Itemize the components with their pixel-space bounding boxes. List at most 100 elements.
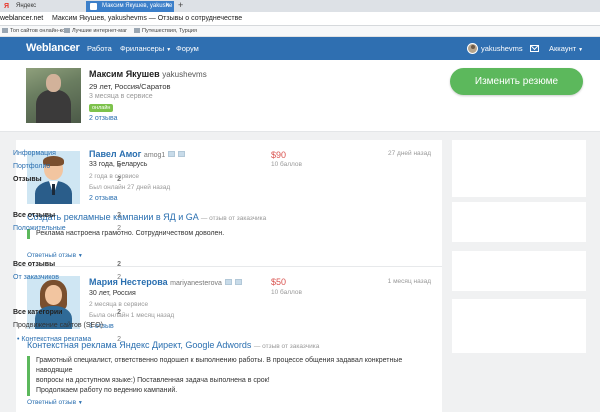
nav-account-menu[interactable]: Аккаунт ▼: [549, 37, 583, 62]
review-date: 27 дней назад: [388, 150, 431, 157]
avatar[interactable]: [467, 43, 478, 54]
sidebar-item-label: Портфолио: [13, 163, 51, 170]
filter-label: Все отзывы: [13, 261, 56, 268]
review-source: — отзыв от заказчика: [253, 343, 320, 350]
reviewer-login: mariyanesterova: [170, 280, 222, 287]
sidebar-source-card: [452, 251, 586, 291]
reply-review-toggle[interactable]: Ответный отзыв ▼: [27, 399, 83, 406]
address-page-title: Максим Якушев, yakushevms — Отзывы о сот…: [52, 15, 243, 22]
review-points: 10 баллов: [271, 161, 302, 168]
chevron-down-icon: ▼: [578, 47, 584, 53]
filter-all-reviews[interactable]: Все отзывы 2: [13, 261, 121, 268]
review-price: $90: [271, 150, 287, 160]
review-line: вопросы на доступном языке:) Поставленна…: [36, 377, 270, 384]
filter-count: 2: [117, 274, 121, 281]
site-navbar: Weblancer Работа Фрилансеры ▼ Форум yakus…: [0, 37, 600, 60]
filter-count: 2: [117, 309, 121, 316]
folder-icon: [134, 27, 140, 33]
review-text: Грамотный специалист, ответственно подош…: [27, 356, 437, 396]
filter-count: 2: [117, 261, 121, 268]
profile-photo: [26, 68, 81, 123]
tab-label: Максим Якушев, yakushe: [102, 3, 173, 9]
close-icon[interactable]: ✕: [165, 1, 170, 12]
tab-label: Яндекс: [16, 3, 37, 9]
filter-count: 2: [117, 336, 121, 343]
review-source: — отзыв от заказчика: [200, 215, 267, 222]
review-points: 10 баллов: [271, 289, 302, 296]
filter-label: Положительные: [13, 225, 66, 232]
sidebar-item-info[interactable]: Информация: [13, 150, 121, 157]
sidebar-category-card: [452, 299, 586, 353]
sidebar-menu-card: [452, 140, 586, 197]
browser-tab-yandex[interactable]: Я Яндекс: [0, 1, 86, 12]
profile-login: yakushevms: [162, 70, 207, 79]
nav-link-forum[interactable]: Форум: [176, 37, 199, 60]
chevron-down-icon: ▼: [166, 47, 172, 53]
new-tab-button[interactable]: +: [178, 0, 183, 11]
sidebar-item-portfolio[interactable]: Портфолио 4: [13, 163, 121, 170]
filter-label: Все отзывы: [13, 212, 56, 219]
review-price: $50: [271, 277, 287, 287]
profile-term: 3 месяца в сервисе: [89, 93, 153, 100]
chevron-down-icon: ▼: [77, 253, 83, 259]
status-badge: онлайн: [89, 104, 114, 112]
review-line: Грамотный специалист, ответственно подош…: [36, 357, 403, 374]
nav-account-label: Аккаунт: [549, 44, 577, 53]
profile-reviews-link[interactable]: 2 отзыва: [89, 115, 118, 122]
filter-count: 2: [117, 225, 121, 232]
bookmark-item[interactable]: Топ сайтов онлайн-ко: [2, 26, 65, 37]
sidebar-item-count: 4: [117, 163, 121, 170]
filter-all-reviews[interactable]: Все отзывы 2: [13, 212, 121, 219]
sidebar-item-count: 2: [117, 176, 121, 183]
sidebar-item-label: Информация: [13, 150, 56, 157]
envelope-icon: [234, 279, 242, 285]
nav-link-freelancers[interactable]: Фрилансеры ▼: [120, 37, 171, 62]
browser-tab-bar: Я Яндекс Максим Якушев, yakushe ✕ +: [0, 0, 600, 12]
address-domain: weblancer.net: [0, 15, 44, 22]
chevron-down-icon: ▼: [77, 400, 83, 406]
reviewer-term: 2 месяца в сервисе: [89, 301, 149, 308]
subcategory-label: • Контекстная реклама: [17, 336, 92, 343]
folder-icon: [64, 27, 70, 33]
subcategory-text: Контекстная реклама: [21, 336, 92, 343]
reply-label: Ответный отзыв: [27, 399, 77, 406]
edit-resume-button[interactable]: Изменить резюме: [450, 68, 583, 95]
profile-age-location: 29 лет, Россия/Саратов: [89, 82, 171, 91]
reviewer-online: Был онлайн 27 дней назад: [89, 184, 171, 191]
avatar-head: [45, 285, 62, 305]
photo-body: [36, 90, 71, 123]
mail-icon[interactable]: [530, 45, 539, 52]
filter-positive[interactable]: Положительные 2: [13, 225, 121, 232]
bookmark-item[interactable]: Путешествия, Турция: [134, 26, 197, 37]
review-date: 1 месяц назад: [387, 278, 431, 285]
page-icon: [90, 3, 97, 10]
filter-from-clients[interactable]: От заказчиков 2: [13, 274, 121, 281]
profile-name-text: Максим Якушев: [89, 69, 160, 79]
envelope-icon: [178, 151, 186, 157]
sidebar-item-reviews[interactable]: Отзывы 2: [13, 176, 121, 183]
nav-username[interactable]: yakushevms: [481, 37, 523, 60]
reviewer-age-location: 30 лет, Россия: [89, 290, 136, 297]
photo-head: [46, 74, 61, 92]
reply-label: Ответный отзыв: [27, 252, 77, 259]
reviewer-reviews-link[interactable]: 2 отзыва: [89, 195, 118, 202]
subcategory-context-ads[interactable]: • Контекстная реклама 2: [17, 336, 121, 343]
profile-name: Максим Якушев yakushevms: [89, 69, 207, 79]
review-line: Продолжаем работу по ведению кампаний.: [36, 387, 178, 394]
nav-link-work[interactable]: Работа: [87, 37, 112, 60]
reply-review-toggle[interactable]: Ответный отзыв ▼: [27, 252, 83, 259]
id-card-icon: [168, 151, 176, 157]
browser-tab-weblancer[interactable]: Максим Якушев, yakushe ✕: [86, 1, 174, 12]
category-seo[interactable]: Продвижение сайтов (SEO): [13, 322, 121, 329]
category-label: Продвижение сайтов (SEO): [13, 322, 103, 329]
address-bar[interactable]: weblancer.net Максим Якушев, yakushevms …: [0, 12, 600, 26]
filter-all-categories[interactable]: Все категории 2: [13, 309, 121, 316]
id-card-icon: [224, 279, 232, 285]
yandex-icon: Я: [4, 3, 10, 10]
bookmark-item[interactable]: Лучшие интернет-маг: [64, 26, 127, 37]
filter-label: Все категории: [13, 309, 63, 316]
folder-icon: [2, 27, 8, 33]
avatar-tie: [52, 184, 55, 195]
filter-count: 2: [117, 212, 121, 219]
site-logo[interactable]: Weblancer: [26, 37, 80, 60]
